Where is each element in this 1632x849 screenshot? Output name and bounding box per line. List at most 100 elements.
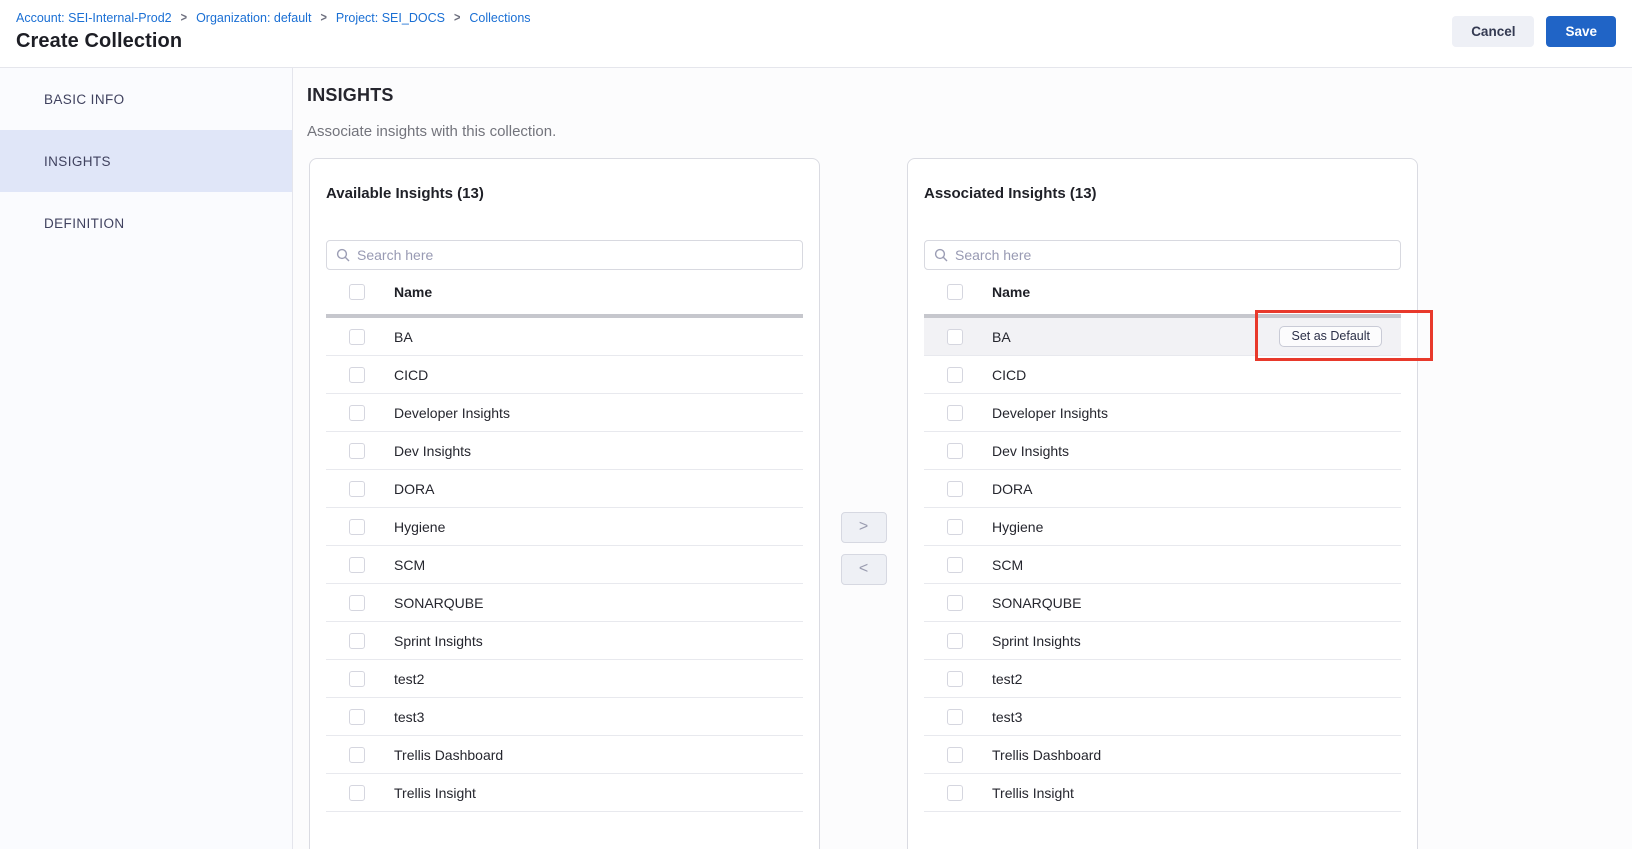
breadcrumb: Account: SEI-Internal-Prod2 > Organization… [16,11,1616,25]
breadcrumb-link[interactable]: Account: SEI-Internal-Prod2 [16,11,172,25]
available-panel-title: Available Insights (13) [326,184,803,204]
breadcrumb-link[interactable]: Organization: default [196,11,311,25]
insight-name: test3 [394,709,424,725]
select-all-checkbox[interactable] [349,284,365,300]
sidebar-item-basic-info[interactable]: BASIC INFO [0,68,292,130]
insight-name: Hygiene [394,519,445,535]
search-icon [934,248,948,262]
save-button[interactable]: Save [1546,16,1616,47]
row-checkbox[interactable] [349,633,365,649]
row-checkbox[interactable] [349,595,365,611]
table-row[interactable]: Trellis Insight [326,774,803,812]
table-row[interactable]: BA [326,318,803,356]
table-row[interactable]: Sprint Insights [326,622,803,660]
row-checkbox[interactable] [349,785,365,801]
row-checkbox[interactable] [349,367,365,383]
row-checkbox[interactable] [947,709,963,725]
row-checkbox[interactable] [349,671,365,687]
move-right-button[interactable]: > [841,512,887,543]
row-checkbox[interactable] [947,747,963,763]
section-subtitle: Associate insights with this collection. [307,124,1632,139]
breadcrumb-link[interactable]: Collections [469,11,530,25]
table-row[interactable]: Developer Insights [924,394,1401,432]
table-row[interactable]: Hygiene [924,508,1401,546]
row-checkbox[interactable] [947,519,963,535]
row-checkbox[interactable] [947,633,963,649]
chevron-left-icon: < [859,560,868,578]
row-checkbox[interactable] [947,785,963,801]
row-checkbox[interactable] [349,329,365,345]
associated-table-header: Name [924,270,1401,314]
row-checkbox[interactable] [947,405,963,421]
table-row[interactable]: DORA [326,470,803,508]
select-all-checkbox[interactable] [947,284,963,300]
sidebar-item-label: DEFINITION [44,216,125,231]
row-checkbox[interactable] [349,405,365,421]
row-checkbox[interactable] [349,557,365,573]
row-checkbox[interactable] [947,329,963,345]
table-row[interactable]: Dev Insights [326,432,803,470]
name-column-header: Name [394,284,432,300]
table-row[interactable]: CICD [326,356,803,394]
table-row[interactable]: CICD [924,356,1401,394]
chevron-right-icon: > [859,518,868,536]
insight-name: SCM [992,557,1023,573]
sidebar-item-insights[interactable]: INSIGHTS [0,130,292,192]
table-row[interactable]: Developer Insights [326,394,803,432]
table-row[interactable]: Trellis Insight [924,774,1401,812]
insight-name: Developer Insights [394,405,510,421]
table-row[interactable]: SCM [326,546,803,584]
breadcrumb-separator-icon: > [320,11,326,25]
row-checkbox[interactable] [947,367,963,383]
insight-name: DORA [394,481,434,497]
row-checkbox[interactable] [947,557,963,573]
table-row[interactable]: SONARQUBE [924,584,1401,622]
set-as-default-button[interactable]: Set as Default [1279,326,1382,347]
transfer-controls: > < [820,158,907,585]
table-row[interactable]: test3 [326,698,803,736]
insight-name: BA [992,329,1011,345]
table-row[interactable]: Dev Insights [924,432,1401,470]
table-row[interactable]: Trellis Dashboard [326,736,803,774]
move-left-button[interactable]: < [841,554,887,585]
row-checkbox[interactable] [947,671,963,687]
row-checkbox[interactable] [349,481,365,497]
table-row[interactable]: test2 [924,660,1401,698]
insight-name: BA [394,329,413,345]
row-checkbox[interactable] [947,481,963,497]
table-row[interactable]: test2 [326,660,803,698]
breadcrumb-separator-icon: > [181,11,187,25]
row-checkbox[interactable] [349,519,365,535]
row-checkbox[interactable] [947,443,963,459]
table-row[interactable]: SONARQUBE [326,584,803,622]
available-rows-list: BA CICD Developer Insights Dev Insights DORA… [326,318,803,812]
table-row[interactable]: Hygiene [326,508,803,546]
insight-name: Developer Insights [992,405,1108,421]
insight-name: Trellis Dashboard [992,747,1101,763]
available-insights-panel: Available Insights (13) Name BA CICD Devel… [309,158,820,849]
sidebar-item-definition[interactable]: DEFINITION [0,192,292,254]
breadcrumb-link[interactable]: Project: SEI_DOCS [336,11,445,25]
insight-name: Dev Insights [394,443,471,459]
table-row[interactable]: Sprint Insights [924,622,1401,660]
insight-name: Trellis Insight [394,785,476,801]
table-row[interactable]: BA Set as Default [924,318,1401,356]
table-row[interactable]: Trellis Dashboard [924,736,1401,774]
available-search-box [326,240,803,270]
name-column-header: Name [992,284,1030,300]
table-row[interactable]: test3 [924,698,1401,736]
table-row[interactable]: DORA [924,470,1401,508]
breadcrumb-separator-icon: > [454,11,460,25]
insight-name: CICD [992,367,1026,383]
table-row[interactable]: SCM [924,546,1401,584]
search-icon [336,248,350,262]
row-checkbox[interactable] [349,747,365,763]
row-checkbox[interactable] [349,443,365,459]
available-search-input[interactable] [357,247,793,263]
row-checkbox[interactable] [349,709,365,725]
main-content: INSIGHTS Associate insights with this co… [293,68,1632,849]
cancel-button[interactable]: Cancel [1452,16,1534,47]
associated-search-input[interactable] [955,247,1391,263]
row-checkbox[interactable] [947,595,963,611]
available-table-header: Name [326,270,803,314]
